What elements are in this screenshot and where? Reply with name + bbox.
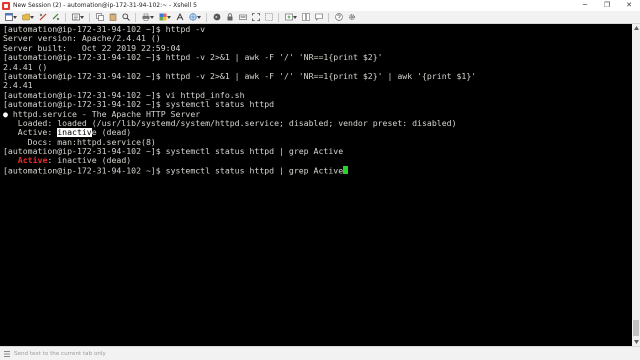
terminal-line: 2.4.41 () (3, 63, 629, 72)
terminal-text: Server built: Oct 22 2019 22:59:04 (3, 43, 181, 53)
terminal-text: 2.4.41 () (3, 62, 48, 72)
font-icon[interactable] (175, 13, 184, 22)
terminal-cursor (343, 165, 349, 175)
minimize-button[interactable]: ─ (574, 0, 596, 11)
help-icon[interactable] (334, 13, 343, 22)
terminal-line: 2.4.41 (3, 81, 629, 90)
terminal-line: [automation@ip-172-31-94-102 ~]$ vi http… (3, 91, 629, 100)
terminal-line: ● httpd.service - The Apache HTTP Server (3, 110, 629, 119)
scrollbar-thumb[interactable] (633, 320, 639, 336)
chevron-down-icon[interactable] (30, 13, 34, 22)
terminal-text: httpd.service - The Apache HTTP Server (12, 109, 201, 119)
selected-text: inactiv (57, 128, 92, 138)
terminal-line: [automation@ip-172-31-94-102 ~]$ systemc… (3, 165, 629, 176)
terminal-text: Loaded: loaded (/usr/lib/systemd/system/… (3, 118, 457, 128)
terminal-text: Active (17, 156, 48, 166)
terminal-output[interactable]: [automation@ip-172-31-94-102 ~]$ httpd -… (0, 24, 632, 346)
window-title: New Session (2) - automation@ip-172-31-9… (13, 2, 197, 9)
chevron-down-icon[interactable] (197, 13, 201, 22)
toolbar-divider (89, 12, 90, 22)
terminal-text: [automation@ip-172-31-94-102 ~]$ systemc… (3, 165, 344, 176)
terminal-text: ● (3, 109, 13, 119)
toolbar-divider (278, 12, 279, 22)
chevron-down-icon[interactable] (80, 13, 84, 22)
scroll-down-icon[interactable] (632, 338, 640, 346)
vertical-scrollbar[interactable] (632, 24, 640, 346)
transparent-icon[interactable] (264, 13, 273, 22)
terminal-text: Docs: man:httpd.service(8) (3, 137, 156, 147)
fullscreen-icon[interactable] (251, 13, 260, 22)
terminal-text: [automation@ip-172-31-94-102 ~]$ systemc… (3, 147, 344, 157)
terminal-text: 2.4.41 (3, 81, 33, 91)
keyboard-icon[interactable] (238, 13, 247, 22)
tile-icon[interactable] (301, 13, 310, 22)
toolbar-divider (328, 12, 329, 22)
xshell-app-icon (2, 1, 10, 10)
chevron-down-icon[interactable] (150, 13, 154, 22)
disconnect-icon[interactable] (38, 13, 47, 22)
terminal-line: Server built: Oct 22 2019 22:59:04 (3, 44, 629, 53)
toolbar-divider (206, 12, 207, 22)
terminal-text: Active: (3, 128, 58, 138)
maximize-button[interactable]: ❐ (596, 0, 618, 11)
terminal-line: Server version: Apache/2.4.41 () (3, 34, 629, 43)
chevron-down-icon[interactable] (13, 13, 17, 22)
terminal-line: [automation@ip-172-31-94-102 ~]$ httpd -… (3, 25, 629, 34)
terminal-text: [automation@ip-172-31-94-102 ~]$ httpd -… (3, 25, 206, 34)
new-session-icon[interactable] (4, 13, 13, 22)
color-scheme-icon[interactable] (158, 13, 167, 22)
terminal-line: Active: inactive (dead) (3, 128, 629, 138)
window-controls: ─ ❐ ✕ (574, 0, 640, 11)
send-text-bar (0, 346, 640, 360)
lock-icon[interactable] (225, 13, 234, 22)
print-icon[interactable] (141, 13, 150, 22)
terminal-line: Active: inactive (dead) (3, 156, 629, 165)
comment-icon[interactable] (314, 13, 323, 22)
terminal-line: [automation@ip-172-31-94-102 ~]$ httpd -… (3, 53, 629, 62)
reconnect-icon[interactable] (51, 13, 60, 22)
terminal-line: [automation@ip-172-31-94-102 ~]$ httpd -… (3, 72, 629, 81)
chevron-down-icon[interactable] (167, 13, 171, 22)
toolbar (0, 11, 640, 24)
terminal-text: Server version: Apache/2.4.41 () (3, 34, 161, 44)
scroll-up-icon[interactable] (632, 24, 640, 32)
window-titlebar: New Session (2) - automation@ip-172-31-9… (0, 0, 640, 11)
terminal-line: Docs: man:httpd.service(8) (3, 138, 629, 147)
terminal-text: [automation@ip-172-31-94-102 ~]$ httpd -… (3, 71, 477, 81)
terminal-text: [automation@ip-172-31-94-102 ~]$ systemc… (3, 100, 275, 110)
toolbar-divider (135, 12, 136, 22)
copy-icon[interactable] (95, 13, 104, 22)
properties-icon[interactable] (71, 13, 80, 22)
terminal-line: [automation@ip-172-31-94-102 ~]$ systemc… (3, 100, 629, 109)
script-icon[interactable] (212, 13, 221, 22)
paste-icon[interactable] (108, 13, 117, 22)
terminal-line: Loaded: loaded (/usr/lib/systemd/system/… (3, 119, 629, 128)
terminal-line: [automation@ip-172-31-94-102 ~]$ systemc… (3, 147, 629, 156)
terminal-text: [automation@ip-172-31-94-102 ~]$ vi http… (3, 90, 245, 100)
terminal-text: e (dead) (91, 128, 132, 138)
terminal-text: [automation@ip-172-31-94-102 ~]$ httpd -… (3, 53, 383, 63)
terminal-text: : inactive (dead) (47, 156, 132, 166)
globe-icon[interactable] (188, 13, 197, 22)
close-button[interactable]: ✕ (618, 0, 640, 11)
send-text-input[interactable] (14, 348, 314, 359)
toolbar-divider (65, 12, 66, 22)
folder-icon[interactable] (21, 13, 30, 22)
send-text-icon[interactable] (3, 350, 11, 358)
chevron-down-icon[interactable] (293, 13, 297, 22)
find-icon[interactable] (121, 13, 130, 22)
new-tab-icon[interactable] (284, 13, 293, 22)
settings-icon[interactable] (347, 13, 356, 22)
